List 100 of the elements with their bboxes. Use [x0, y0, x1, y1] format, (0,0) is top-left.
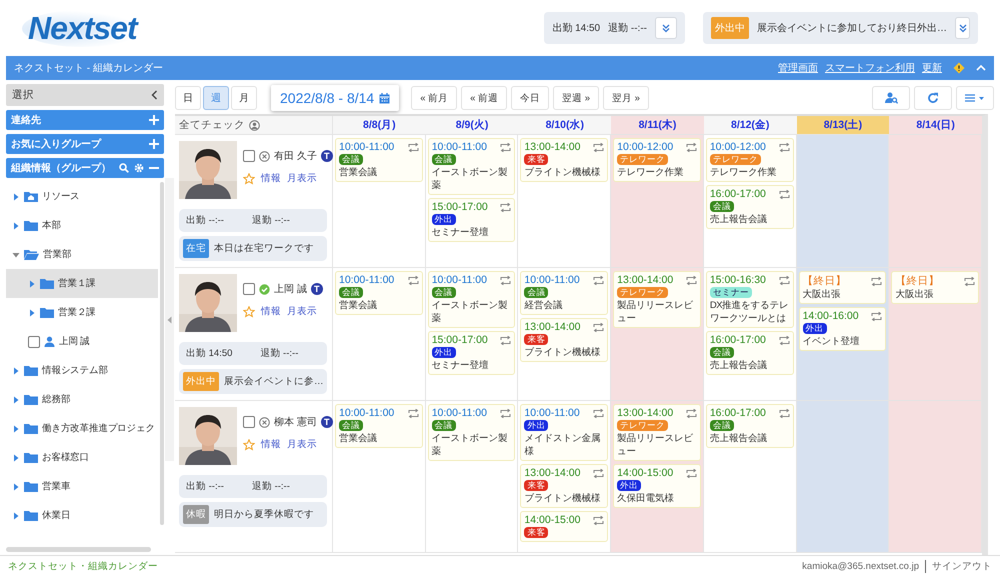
navigation-button[interactable]: « 前月 [411, 86, 458, 110]
person-link[interactable]: 月表示 [287, 438, 317, 451]
navigation-button[interactable]: « 前週 [461, 86, 508, 110]
add-icon[interactable] [149, 115, 159, 125]
event-card[interactable]: 13:00-14:00 来客 ブライトン機械様 [520, 464, 608, 508]
caret-right-icon[interactable] [12, 192, 20, 200]
tree-item[interactable]: 情報システム部 [6, 356, 158, 385]
event-time: 13:00-14:00 [524, 321, 580, 333]
event-card[interactable]: 10:00-12:00 テレワーク テレワーク作業 [613, 138, 701, 182]
event-card[interactable]: 13:00-14:00 来客 ブライトン機械様 [520, 318, 608, 362]
scrollbar[interactable] [6, 547, 152, 552]
event-card[interactable]: 10:00-11:00 会議 イーストボーン製薬 [428, 138, 516, 195]
sign-out-link[interactable]: サインアウト [925, 560, 992, 572]
person-icon [44, 336, 55, 347]
star-icon[interactable] [243, 172, 255, 184]
person-link[interactable]: 情報 [261, 438, 281, 451]
person-link[interactable]: 月表示 [287, 305, 317, 318]
tree-item[interactable]: 上岡 誠 [6, 327, 158, 356]
tree-item[interactable]: 働き方改革推進プロジェク [6, 414, 158, 443]
person-search-button[interactable] [872, 86, 910, 110]
event-card[interactable]: 10:00-11:00 会議 経営会議 [520, 271, 608, 315]
event-card[interactable]: 10:00-11:00 会議 営業会議 [335, 138, 423, 182]
caret-right-icon[interactable] [12, 424, 20, 432]
checkbox[interactable] [243, 283, 255, 295]
view-tab[interactable]: 日 [175, 86, 201, 110]
tree-item[interactable]: 営業車 [6, 472, 158, 501]
caret-right-icon[interactable] [28, 308, 36, 316]
person-link[interactable]: 情報 [261, 305, 281, 318]
menu-button[interactable] [956, 86, 994, 110]
event-card[interactable]: 【終日】 大阪出張 [891, 271, 979, 304]
caret-right-icon[interactable] [12, 482, 20, 490]
status-badge: 外出中 [183, 372, 219, 391]
tree-item[interactable]: 総務部 [6, 385, 158, 414]
settings-icon[interactable] [134, 163, 144, 173]
calendar-icon[interactable] [379, 92, 390, 104]
add-icon[interactable] [149, 139, 159, 149]
star-icon[interactable] [243, 306, 255, 318]
event-card[interactable]: 10:00-12:00 テレワーク テレワーク作業 [706, 138, 794, 182]
checkbox[interactable] [243, 416, 255, 428]
caret-down-icon[interactable] [12, 250, 20, 258]
search-icon[interactable] [119, 163, 129, 173]
sidebar-toggle[interactable] [165, 178, 174, 461]
refresh-button[interactable] [914, 86, 952, 110]
checkbox[interactable] [243, 150, 255, 162]
event-card[interactable]: 16:00-17:00 会議 売上報告会議 [706, 331, 794, 375]
day-header: 8/9(火) [426, 116, 518, 134]
checkbox[interactable] [28, 336, 40, 348]
event-time: 10:00-11:00 [432, 141, 487, 153]
tree-item[interactable]: 本部 [6, 211, 158, 240]
caret-right-icon[interactable] [12, 366, 20, 374]
tree-item[interactable]: リソース [6, 182, 158, 211]
event-title: イーストボーン製薬 [432, 299, 509, 325]
event-card[interactable]: 13:00-14:00 テレワーク 製品リリースレビュー [613, 271, 701, 328]
tree-item[interactable]: 営業１課 [6, 269, 158, 298]
event-card[interactable]: 14:00-15:00 来客 [520, 511, 608, 542]
caret-right-icon[interactable] [12, 512, 20, 520]
caret-right-icon[interactable] [12, 396, 20, 404]
caret-right-icon[interactable] [12, 222, 20, 230]
event-card[interactable]: 10:00-11:00 外出 メイドストン金属様 [520, 404, 608, 461]
person-circle-icon[interactable] [249, 120, 260, 130]
event-card[interactable]: 13:00-14:00 テレワーク 製品リリースレビュー [613, 404, 701, 461]
event-card[interactable]: 16:00-17:00 会議 売上報告会議 [706, 404, 794, 448]
date-range-picker[interactable]: 2022/8/8 - 8/14 [271, 85, 400, 111]
person-link[interactable]: 情報 [261, 172, 281, 185]
status-message: 展示会イベントに参… [224, 375, 324, 388]
navigation-button[interactable]: 翌月 » [603, 86, 649, 110]
tree-item[interactable]: 休業日 [6, 501, 158, 530]
event-card[interactable]: 10:00-11:00 会議 営業会議 [335, 271, 423, 315]
collapse-icon[interactable] [151, 90, 158, 100]
navigation-button[interactable]: 今日 [511, 86, 550, 110]
folder-icon [24, 423, 38, 434]
view-tab[interactable]: 月 [231, 86, 257, 110]
event-card[interactable]: 10:00-11:00 会議 イーストボーン製薬 [428, 404, 516, 461]
tree-item[interactable]: 営業部 [6, 240, 158, 269]
person-link[interactable]: 月表示 [287, 172, 317, 185]
event-card[interactable]: 16:00-17:00 会議 売上報告会議 [706, 185, 794, 229]
caret-left-icon[interactable] [167, 316, 172, 324]
event-card[interactable]: 10:00-11:00 会議 営業会議 [335, 404, 423, 448]
tree-item[interactable]: お客様窓口 [6, 443, 158, 472]
star-icon[interactable] [243, 438, 255, 450]
tree-item[interactable]: 営業２課 [6, 298, 158, 327]
event-card[interactable]: 15:00-16:30 セミナー DX推進をするテレワークツールとは [706, 271, 794, 328]
event-card[interactable]: 15:00-17:00 外出 セミナー登壇 [428, 198, 516, 242]
event-title: 営業会議 [339, 166, 377, 179]
caret-right-icon[interactable] [12, 454, 20, 462]
event-card[interactable]: 14:00-16:00 外出 イベント登壇 [798, 307, 886, 351]
event-card[interactable]: 13:00-14:00 来客 ブライトン機械様 [520, 138, 608, 182]
expand-button[interactable] [955, 17, 970, 39]
event-card[interactable]: 【終日】 大阪出張 [798, 271, 886, 304]
navigation-button[interactable]: 翌週 » [553, 86, 599, 110]
caret-right-icon[interactable] [28, 280, 36, 288]
event-card[interactable]: 14:00-15:00 外出 久保田電気様 [613, 464, 701, 508]
event-card[interactable]: 10:00-11:00 会議 イーストボーン製薬 [428, 271, 516, 328]
expand-button[interactable] [655, 17, 677, 39]
app-title: ネクストセット - 組織カレンダー [14, 62, 163, 75]
status-message: 展示会イベントに参加しており終日外出… [757, 22, 947, 35]
event-time: 15:00-16:30 [710, 274, 766, 286]
event-card[interactable]: 15:00-17:00 外出 セミナー登壇 [428, 331, 516, 375]
event-tag: 会議 [710, 347, 734, 358]
folder-icon [24, 220, 38, 231]
